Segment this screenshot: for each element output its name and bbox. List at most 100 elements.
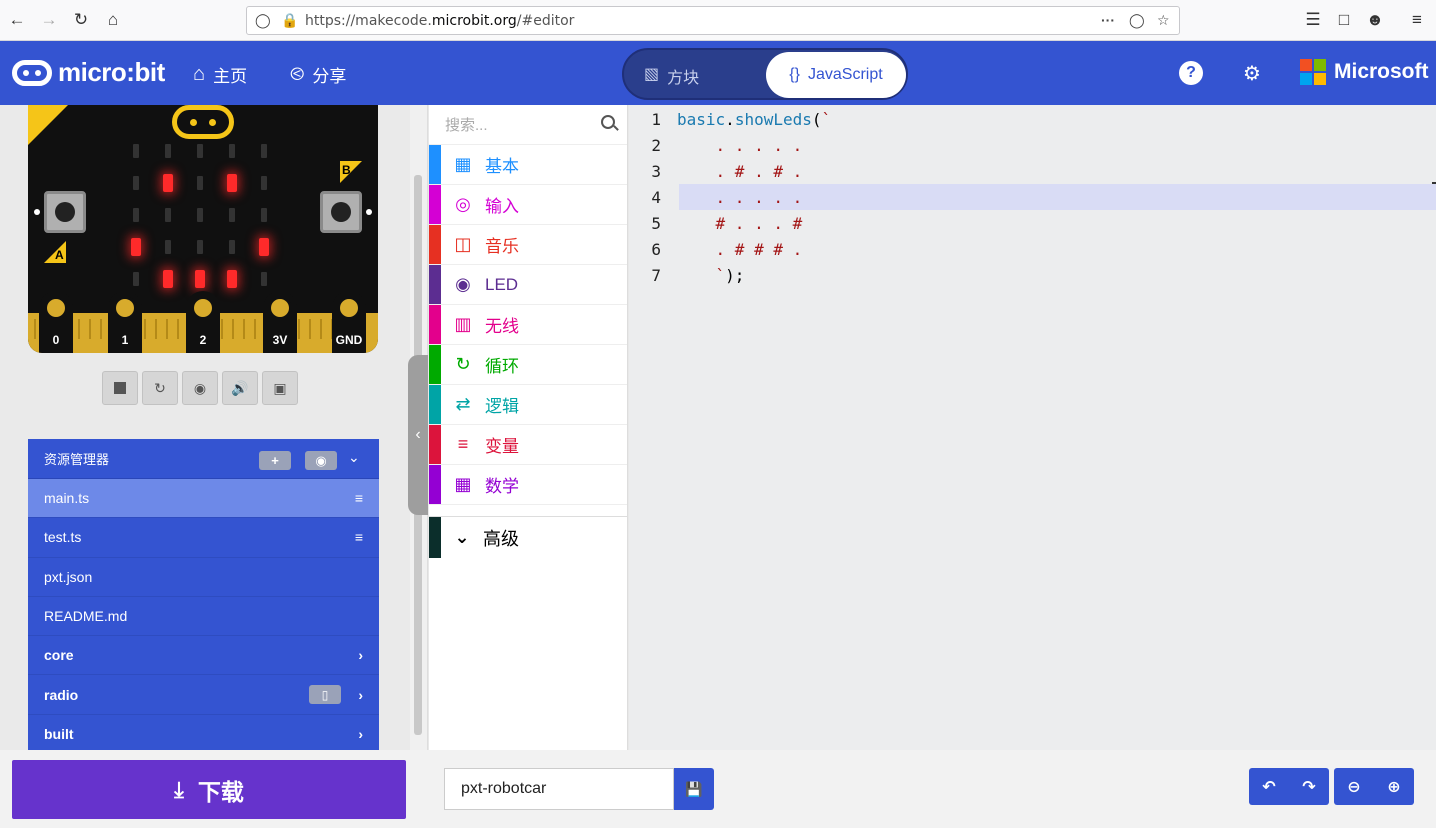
url-text[interactable]: https://makecode.microbit.org/#editor bbox=[305, 13, 574, 29]
pin-3v[interactable]: 3V bbox=[263, 291, 297, 353]
reload-icon[interactable]: ↻ bbox=[68, 7, 94, 33]
fullscreen-button[interactable]: ▣ bbox=[262, 371, 298, 405]
code-line[interactable]: 3 . # . # . bbox=[629, 158, 1436, 184]
connector-tooth bbox=[100, 319, 102, 339]
delete-button[interactable]: ▯ bbox=[309, 685, 341, 705]
blocks-mode-button[interactable]: ▧ 方块 bbox=[644, 64, 699, 88]
microbit-board[interactable]: A B 0 1 2 3V GND bbox=[28, 105, 378, 353]
file-item-main-ts[interactable]: main.ts ≡ bbox=[28, 479, 379, 519]
zoom-in-icon[interactable]: ⊕ bbox=[1374, 768, 1414, 805]
led-pixel bbox=[133, 272, 139, 286]
led-pixel bbox=[197, 208, 203, 222]
explorer-header[interactable]: 资源管理器 + ◉ ⌄ bbox=[28, 439, 379, 479]
category-0[interactable]: ▦ 基本 bbox=[429, 145, 627, 185]
add-file-button[interactable]: + bbox=[259, 451, 291, 470]
folder-item-core[interactable]: core › bbox=[28, 636, 379, 676]
pin-2[interactable]: 2 bbox=[186, 291, 220, 353]
code-line[interactable]: 2 . . . . . bbox=[629, 132, 1436, 158]
folder-item-radio[interactable]: radio ▯ › bbox=[28, 675, 379, 715]
file-item-pxt-json[interactable]: pxt.json bbox=[28, 558, 379, 597]
slow-motion-icon: ◉ bbox=[193, 379, 207, 396]
pin-0[interactable]: 0 bbox=[39, 291, 73, 353]
back-icon[interactable]: ← bbox=[4, 7, 30, 33]
redo-icon[interactable]: ↷ bbox=[1289, 768, 1329, 805]
code-text: . # # # . bbox=[677, 239, 803, 259]
restart-button[interactable]: ↻ bbox=[142, 371, 178, 405]
category-8[interactable]: ▦ 数学 bbox=[429, 465, 627, 505]
code-line[interactable]: 7 `); bbox=[629, 262, 1436, 288]
forward-icon[interactable]: → bbox=[36, 7, 62, 33]
advanced-category[interactable]: ⌄ 高级 bbox=[429, 516, 628, 558]
toolbox-search[interactable]: 搜索... bbox=[429, 105, 627, 145]
code-editor[interactable]: 1 basic.showLeds(` 2 . . . . .3 . # . # .4… bbox=[629, 105, 1436, 750]
overview-ruler-marker bbox=[1432, 182, 1436, 184]
search-icon[interactable] bbox=[601, 115, 615, 129]
led-pixel bbox=[165, 208, 171, 222]
pin-1[interactable]: 1 bbox=[108, 291, 142, 353]
code-line[interactable]: 1 basic.showLeds(` bbox=[629, 106, 1436, 132]
more-icon[interactable]: ··· bbox=[1101, 12, 1115, 28]
library-icon[interactable]: ☰ bbox=[1300, 7, 1326, 33]
led-pixel bbox=[133, 144, 139, 158]
category-4[interactable]: ▥ 无线 bbox=[429, 305, 627, 345]
touch-logo[interactable] bbox=[172, 105, 234, 139]
led-pixel bbox=[259, 238, 269, 256]
javascript-mode-button[interactable]: {} JavaScript bbox=[766, 52, 906, 98]
chevron-down-icon: ⌄ bbox=[454, 527, 470, 547]
file-name: pxt.json bbox=[44, 568, 93, 585]
zoom-out-icon[interactable]: ⊖ bbox=[1334, 768, 1374, 805]
pin-gnd[interactable]: GND bbox=[332, 291, 366, 353]
led-pixel bbox=[261, 208, 267, 222]
collapse-simulator-button[interactable]: ‹ bbox=[408, 355, 428, 515]
microsoft-logo[interactable]: Microsoft bbox=[1300, 59, 1429, 85]
code-line[interactable]: 6 . # # # . bbox=[629, 236, 1436, 262]
code-line[interactable]: 5 # . . . # bbox=[629, 210, 1436, 236]
connector-tooth bbox=[232, 319, 234, 339]
account-icon[interactable]: ☻ bbox=[1362, 7, 1388, 33]
file-item-readme[interactable]: README.md bbox=[28, 597, 379, 637]
help-icon[interactable]: ? bbox=[1179, 61, 1203, 85]
menu-icon[interactable]: ≡ bbox=[1404, 7, 1430, 33]
address-bar[interactable]: ◯ 🔒 https://makecode.microbit.org/#edito… bbox=[246, 6, 1180, 35]
panel-splitter[interactable]: ‹ bbox=[408, 105, 428, 750]
button-b[interactable] bbox=[320, 191, 362, 233]
microbit-logo[interactable]: micro:bit bbox=[12, 57, 165, 88]
category-6[interactable]: ⇄ 逻辑 bbox=[429, 385, 627, 425]
code-line[interactable]: 4 . . . . . bbox=[629, 184, 1436, 210]
mute-button[interactable]: 🔊 bbox=[222, 371, 258, 405]
save-button[interactable]: 💾 bbox=[674, 768, 714, 810]
category-label: 变量 bbox=[485, 437, 519, 456]
stop-button[interactable] bbox=[102, 371, 138, 405]
category-1[interactable]: ◎ 输入 bbox=[429, 185, 627, 225]
category-label: 音乐 bbox=[485, 237, 519, 256]
slow-motion-button[interactable]: ◉ bbox=[182, 371, 218, 405]
button-a[interactable] bbox=[44, 191, 86, 233]
settings-gear-icon[interactable]: ⚙ bbox=[1240, 61, 1264, 85]
chevron-down-icon[interactable]: ⌄ bbox=[348, 449, 360, 466]
bookmark-star-icon[interactable]: ☆ bbox=[1157, 12, 1170, 29]
sidebar-icon[interactable]: □ bbox=[1331, 7, 1357, 33]
app-header: micro:bit ⌂ 主页 ⧀ 分享 ▧ 方块 {} JavaScript ?… bbox=[0, 41, 1436, 105]
category-2[interactable]: ◫ 音乐 bbox=[429, 225, 627, 265]
file-item-test-ts[interactable]: test.ts ≡ bbox=[28, 518, 379, 558]
home-icon[interactable]: ⌂ bbox=[100, 7, 126, 33]
github-button[interactable]: ◉ bbox=[305, 451, 337, 470]
home-button[interactable]: ⌂ 主页 bbox=[193, 62, 247, 87]
github-icon: ◉ bbox=[315, 452, 327, 468]
download-button[interactable]: ⤓ 下载 bbox=[12, 760, 406, 819]
category-label: 循环 bbox=[485, 357, 519, 376]
undo-icon[interactable]: ↶ bbox=[1249, 768, 1289, 805]
category-3[interactable]: ◉ LED bbox=[429, 265, 627, 305]
project-name-input[interactable] bbox=[444, 768, 674, 810]
category-label: LED bbox=[485, 274, 519, 294]
plus-icon: + bbox=[271, 453, 279, 468]
pocket-icon[interactable]: ◯ bbox=[1129, 12, 1145, 29]
category-5[interactable]: ↻ 循环 bbox=[429, 345, 627, 385]
share-button[interactable]: ⧀ 分享 bbox=[290, 62, 346, 87]
folder-name: radio bbox=[44, 686, 79, 703]
folder-item-built[interactable]: built › bbox=[28, 715, 379, 750]
pin-gnd-label: GND bbox=[335, 333, 363, 347]
category-7[interactable]: ≡ 变量 bbox=[429, 425, 627, 465]
advanced-label: 高级 bbox=[483, 528, 519, 549]
shield-icon[interactable]: ◯ bbox=[255, 12, 271, 29]
